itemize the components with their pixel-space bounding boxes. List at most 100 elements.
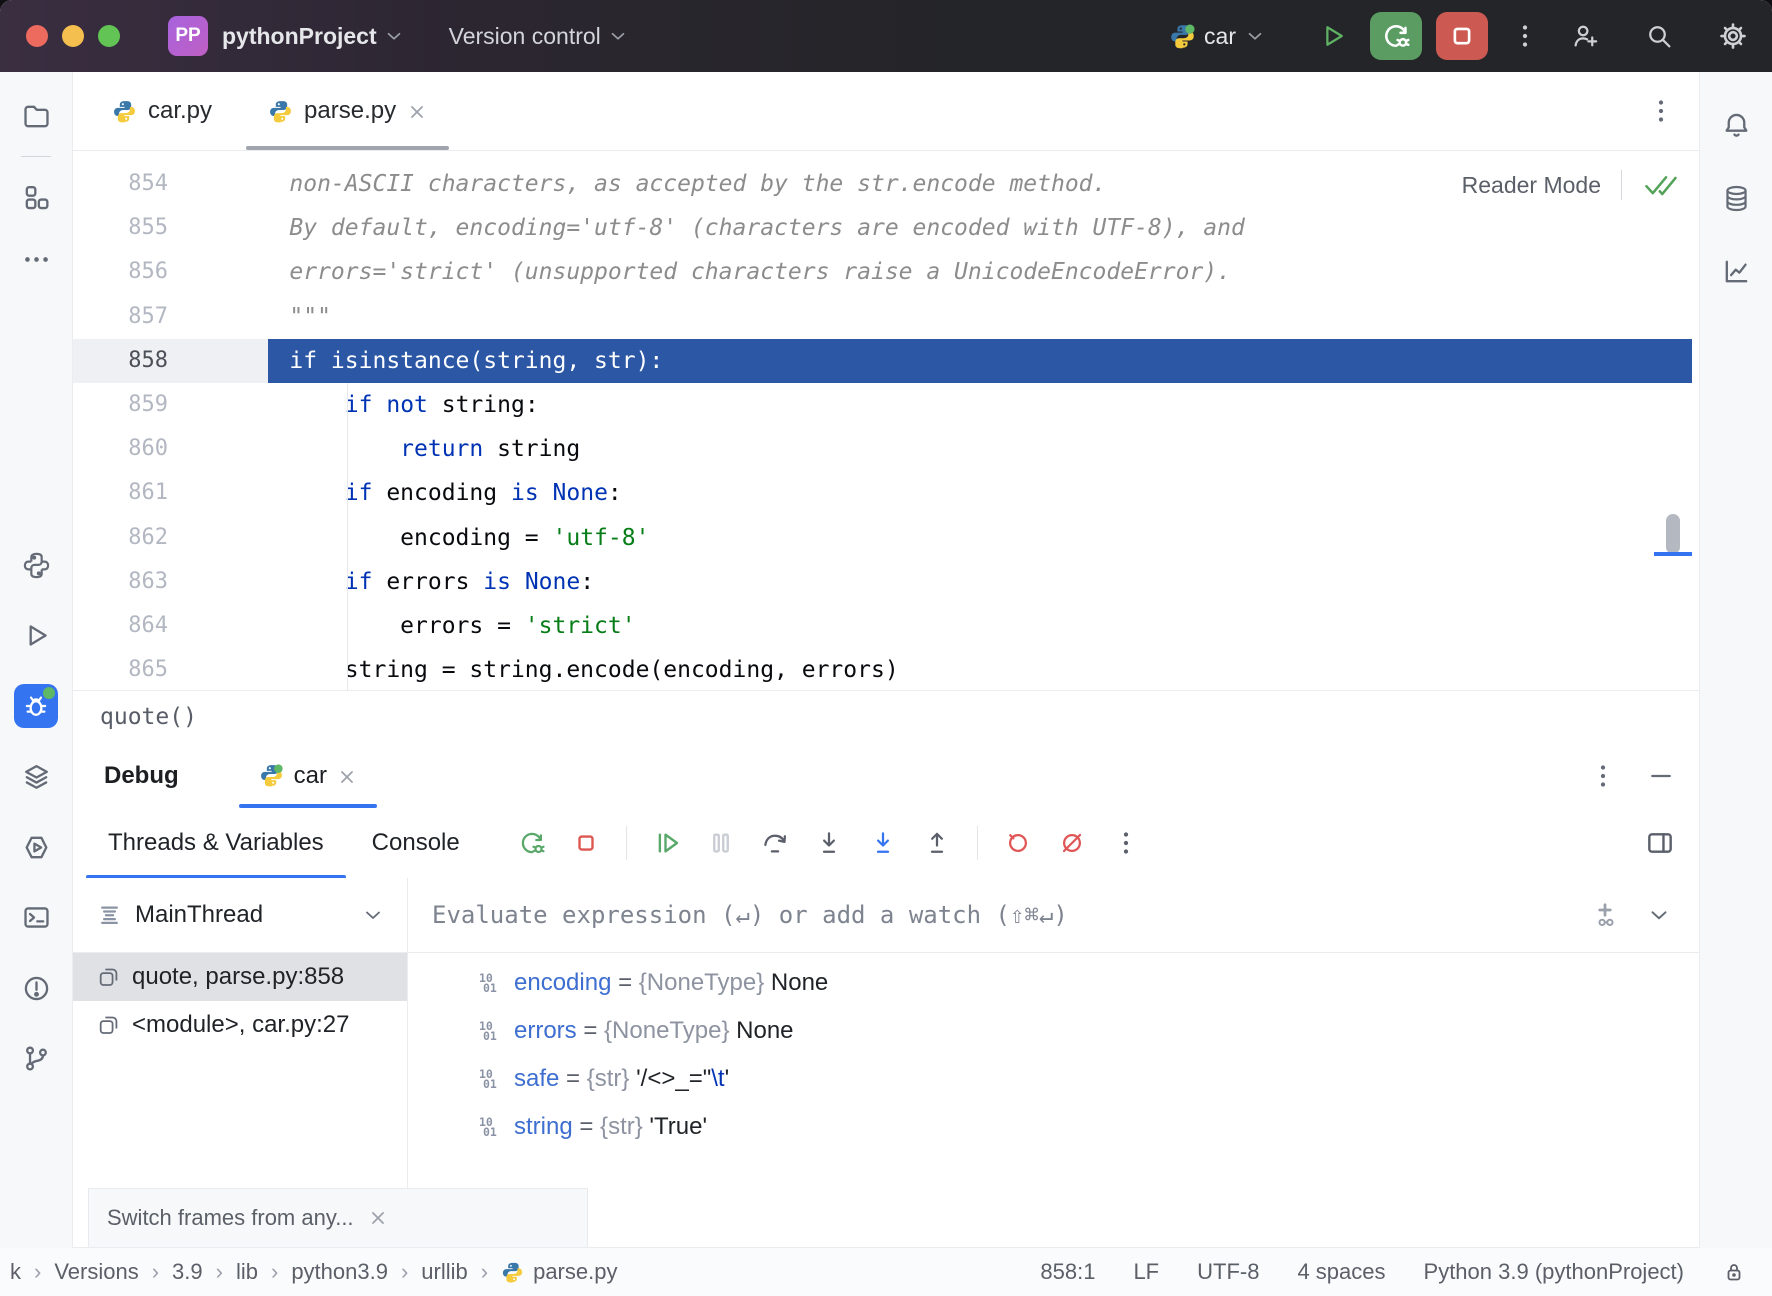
line-number[interactable]: 857 <box>72 295 168 339</box>
status-file[interactable]: parse.py <box>501 1259 617 1285</box>
line-number[interactable]: 859 <box>72 383 168 427</box>
code-line-859[interactable]: 859 if not string: <box>72 383 1700 427</box>
variable-row[interactable]: 1001string = {str} 'True' <box>408 1103 1700 1151</box>
tab-threads-variables[interactable]: Threads & Variables <box>84 808 348 878</box>
add-watch-icon[interactable] <box>1590 900 1620 930</box>
step-out-icon[interactable] <box>915 821 959 865</box>
status-breadcrumbs[interactable]: k›Versions›3.9›lib›python3.9›urllib›pars… <box>10 1259 617 1285</box>
close-icon[interactable] <box>337 766 357 786</box>
tab-parse.py[interactable]: parse.py <box>240 72 455 150</box>
code-line-860[interactable]: 860 return string <box>72 427 1700 471</box>
sidebar-item-notifications[interactable] <box>1714 103 1758 147</box>
status-crumb[interactable]: k <box>10 1259 21 1285</box>
code-line-864[interactable]: 864 errors = 'strict' <box>72 604 1700 648</box>
pause-icon[interactable] <box>699 821 743 865</box>
indent-setting[interactable]: 4 spaces <box>1297 1259 1385 1285</box>
sidebar-item-problems[interactable] <box>14 966 58 1010</box>
close-icon[interactable] <box>407 101 427 121</box>
sidebar-item-commit[interactable] <box>14 175 58 219</box>
version-control-menu[interactable]: Version control <box>449 23 601 50</box>
sidebar-item-services[interactable] <box>14 755 58 799</box>
rerun-debug-button[interactable] <box>1370 12 1422 60</box>
line-number[interactable]: 855 <box>72 206 168 250</box>
resume-icon[interactable] <box>645 821 689 865</box>
code-line-863[interactable]: 863 if errors is None: <box>72 560 1700 604</box>
close-icon[interactable] <box>368 1208 388 1228</box>
settings-button[interactable] <box>1710 13 1756 59</box>
editor-options-kebab-icon[interactable] <box>1646 96 1676 126</box>
variable-row[interactable]: 1001errors = {NoneType} None <box>408 1007 1700 1055</box>
sidebar-item-database[interactable] <box>1714 176 1758 220</box>
code-line-857[interactable]: 857 """ <box>72 295 1700 339</box>
tab-car.py[interactable]: car.py <box>84 72 240 150</box>
status-crumb[interactable]: Versions <box>54 1259 138 1285</box>
variable-row[interactable]: 1001safe = {str} '/<>_=" \t' <box>408 1055 1700 1103</box>
sidebar-item-run-targets[interactable] <box>14 825 58 869</box>
line-number[interactable]: 864 <box>72 604 168 648</box>
stack-frame[interactable]: <module>, car.py:27 <box>72 1001 407 1049</box>
tab-console[interactable]: Console <box>348 808 484 878</box>
code-line-861[interactable]: 861 if encoding is None: <box>72 471 1700 515</box>
line-number[interactable]: 860 <box>72 427 168 471</box>
sidebar-item-debug[interactable] <box>14 684 58 728</box>
stack-frame[interactable]: quote, parse.py:858 <box>72 953 407 1001</box>
step-into-my-code-icon[interactable] <box>861 821 905 865</box>
sidebar-item-more[interactable] <box>14 237 58 281</box>
stop-button[interactable] <box>1436 12 1488 60</box>
zoom-window-button[interactable] <box>98 25 120 47</box>
status-crumb[interactable]: 3.9 <box>172 1259 203 1285</box>
minimize-window-button[interactable] <box>62 25 84 47</box>
line-number[interactable]: 856 <box>72 250 168 294</box>
run-button[interactable] <box>1310 13 1356 59</box>
code-line-855[interactable]: 855 By default, encoding='utf-8' (charac… <box>72 206 1700 250</box>
line-number[interactable]: 861 <box>72 471 168 515</box>
sidebar-item-profiler[interactable] <box>1714 249 1758 293</box>
lock-icon[interactable] <box>1722 1260 1746 1284</box>
step-over-icon[interactable] <box>753 821 797 865</box>
code-line-858[interactable]: 858 if isinstance(string, str): <box>72 339 1700 383</box>
line-number[interactable]: 862 <box>72 516 168 560</box>
debug-options-kebab-icon[interactable] <box>1588 761 1618 791</box>
view-breakpoints-icon[interactable] <box>996 821 1040 865</box>
editor-scrollbar[interactable] <box>1666 514 1680 554</box>
reader-mode-toggle[interactable]: Reader Mode <box>1456 166 1686 204</box>
sidebar-item-python-packages[interactable] <box>14 543 58 587</box>
more-actions-button[interactable] <box>1502 13 1548 59</box>
code-with-me-button[interactable] <box>1562 13 1608 59</box>
mute-breakpoints-icon[interactable] <box>1050 821 1094 865</box>
project-badge[interactable]: PP <box>168 16 208 56</box>
stop-icon[interactable] <box>564 821 608 865</box>
layout-settings-icon[interactable] <box>1644 827 1676 859</box>
hide-panel-icon[interactable] <box>1646 761 1676 791</box>
line-number[interactable]: 854 <box>72 162 168 206</box>
line-number[interactable]: 865 <box>72 648 168 690</box>
inspections-ok-icon[interactable] <box>1642 171 1680 199</box>
variable-row[interactable]: 1001encoding = {NoneType} None <box>408 959 1700 1007</box>
status-crumb[interactable]: lib <box>236 1259 258 1285</box>
run-configuration-selector[interactable]: car <box>1169 23 1266 50</box>
code-line-865[interactable]: 865 string = string.encode(encoding, err… <box>72 648 1700 690</box>
code-line-862[interactable]: 862 encoding = 'utf-8' <box>72 516 1700 560</box>
thread-selector[interactable]: MainThread <box>72 878 407 953</box>
breadcrumb[interactable]: quote() <box>100 704 197 730</box>
line-number[interactable]: 863 <box>72 560 168 604</box>
status-crumb[interactable]: python3.9 <box>291 1259 388 1285</box>
code-editor[interactable]: 854 non-ASCII characters, as accepted by… <box>72 150 1700 690</box>
file-encoding[interactable]: UTF-8 <box>1197 1259 1259 1285</box>
caret-position[interactable]: 858:1 <box>1040 1259 1095 1285</box>
evaluate-expression-bar[interactable]: Evaluate expression (↵) or add a watch (… <box>408 878 1700 953</box>
line-number[interactable]: 858 <box>72 339 168 383</box>
code-line-856[interactable]: 856 errors='strict' (unsupported charact… <box>72 250 1700 294</box>
status-crumb[interactable]: urllib <box>421 1259 467 1285</box>
kebab-icon[interactable] <box>1104 821 1148 865</box>
sidebar-item-run[interactable] <box>14 614 58 658</box>
search-everywhere-button[interactable] <box>1636 13 1682 59</box>
sidebar-item-version-control[interactable] <box>14 1037 58 1081</box>
chevron-down-icon[interactable] <box>1646 902 1672 928</box>
rerun-debug-icon[interactable] <box>510 821 554 865</box>
step-into-icon[interactable] <box>807 821 851 865</box>
close-window-button[interactable] <box>26 25 48 47</box>
sidebar-item-project-folder[interactable] <box>14 94 58 138</box>
python-interpreter[interactable]: Python 3.9 (pythonProject) <box>1424 1259 1684 1285</box>
debug-session-tab[interactable]: car <box>237 743 379 808</box>
